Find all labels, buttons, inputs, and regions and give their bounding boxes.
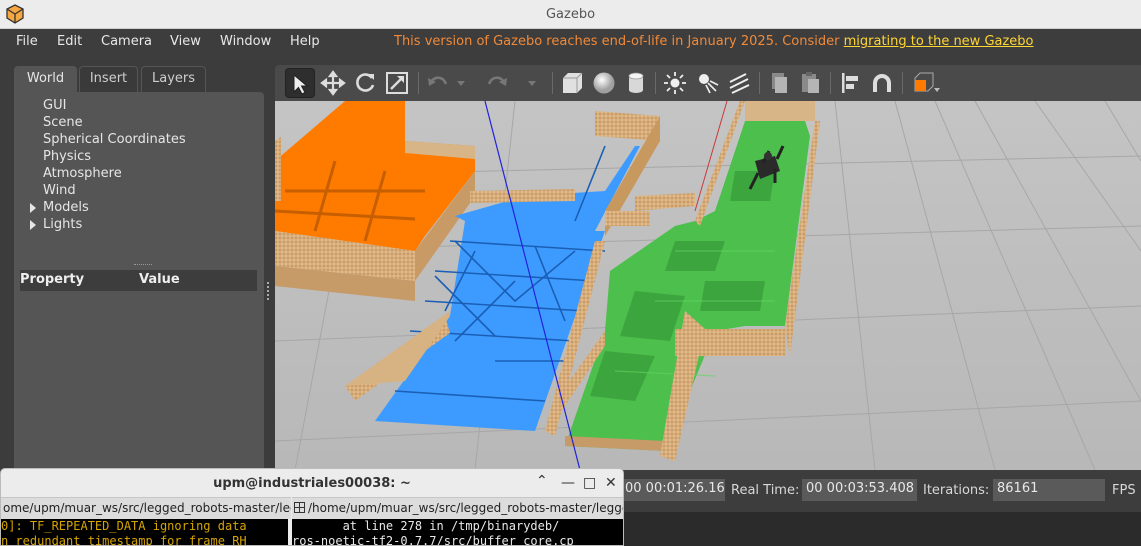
expand-arrow-icon[interactable] xyxy=(30,203,36,213)
tree-item-spherical-coordinates[interactable]: Spherical Coordinates xyxy=(43,132,186,147)
menu-view[interactable]: View xyxy=(170,34,201,49)
terminal-pane-left[interactable]: 0]: TF_REPEATED_DATA ignoring data n red… xyxy=(1,519,288,546)
tree-item-scene[interactable]: Scene xyxy=(43,115,83,130)
menu-help[interactable]: Help xyxy=(290,34,320,49)
translate-mode-icon[interactable] xyxy=(318,68,348,98)
toolbar-separator xyxy=(418,72,419,94)
toolbar xyxy=(275,65,1141,101)
menu-window[interactable]: Window xyxy=(220,34,271,49)
scale-mode-icon[interactable] xyxy=(382,68,412,98)
align-icon[interactable] xyxy=(835,68,865,98)
property-table-header: Property Value xyxy=(20,270,257,291)
maximize-icon[interactable]: □ xyxy=(583,475,596,491)
tab-insert[interactable]: Insert xyxy=(79,66,138,92)
toolbar-separator xyxy=(902,72,903,94)
iterations-label: Iterations: xyxy=(923,483,990,498)
property-column-header: Property xyxy=(20,272,85,287)
cylinder-icon[interactable] xyxy=(621,68,651,98)
copy-icon[interactable] xyxy=(764,68,794,98)
directional-light-icon[interactable] xyxy=(724,68,754,98)
minimize-button-icon[interactable]: — xyxy=(561,475,575,491)
rotate-mode-icon[interactable] xyxy=(350,68,380,98)
terminal-pane-right[interactable]: at line 278 in /tmp/binarydeb/ ros-noeti… xyxy=(292,519,623,546)
tree-item-models[interactable]: Models xyxy=(43,200,89,215)
redo-history-icon[interactable] xyxy=(524,68,540,98)
terminal-line: n redundant timestamp for frame RH xyxy=(1,534,247,546)
expand-arrow-icon[interactable] xyxy=(30,220,36,230)
tree-item-lights[interactable]: Lights xyxy=(43,217,82,232)
menu-file[interactable]: File xyxy=(16,34,38,49)
eol-text: This version of Gazebo reaches end-of-li… xyxy=(394,34,844,49)
scene-render[interactable] xyxy=(275,101,1141,470)
eol-notice: This version of Gazebo reaches end-of-li… xyxy=(394,34,1034,49)
toolbar-separator xyxy=(552,72,553,94)
value-column-header: Value xyxy=(139,272,180,287)
tree-item-gui[interactable]: GUI xyxy=(43,98,66,113)
tree-item-physics[interactable]: Physics xyxy=(43,149,91,164)
undo-icon[interactable] xyxy=(423,68,453,98)
terminal-tab-2-label: /home/upm/muar_ws/src/legged_robots-mast… xyxy=(308,501,624,515)
toolbar-separator xyxy=(655,72,656,94)
fps-label: FPS xyxy=(1112,483,1136,498)
panel-splitter[interactable] xyxy=(134,264,152,266)
panel-resize-handle[interactable] xyxy=(267,282,270,300)
close-icon[interactable]: ✕ xyxy=(605,475,617,491)
point-light-icon[interactable] xyxy=(660,68,690,98)
tree-item-atmosphere[interactable]: Atmosphere xyxy=(43,166,122,181)
snap-icon[interactable] xyxy=(867,68,897,98)
terminal-title: upm@industriales00038: ~ xyxy=(213,476,411,491)
toolbar-separator xyxy=(759,72,760,94)
terminal-tab-2[interactable]: /home/upm/muar_ws/src/legged_robots-mast… xyxy=(292,497,624,519)
split-terminal-icon xyxy=(294,502,305,513)
terminal-tab-1[interactable]: ome/upm/muar_ws/src/legged_robots-master… xyxy=(1,497,291,519)
menu-camera[interactable]: Camera xyxy=(101,34,152,49)
box-icon[interactable] xyxy=(557,68,587,98)
sphere-icon[interactable] xyxy=(589,68,619,98)
real-time-label: Real Time: xyxy=(731,483,800,498)
iterations-value: 86161 xyxy=(993,479,1105,501)
scene-viewport[interactable] xyxy=(275,101,1141,470)
real-time-value: 00 00:03:53.408 xyxy=(802,479,917,501)
spot-light-icon[interactable] xyxy=(692,68,722,98)
title-bar: Gazebo xyxy=(0,0,1141,29)
select-mode-icon[interactable] xyxy=(285,68,315,98)
toolbar-separator xyxy=(830,72,831,94)
left-panel: World Insert Layers GUI Scene Spherical … xyxy=(0,61,275,492)
tree-item-wind[interactable]: Wind xyxy=(43,183,76,198)
paste-icon[interactable] xyxy=(795,68,825,98)
world-tree-panel: GUI Scene Spherical Coordinates Physics … xyxy=(14,92,264,492)
terminal-line: at line 278 in /tmp/binarydeb/ xyxy=(292,519,560,533)
menu-edit[interactable]: Edit xyxy=(57,34,82,49)
terminal-line: ros-noetic-tf2-0.7.7/src/buffer_core.cp xyxy=(292,534,574,546)
minimize-icon[interactable]: ⌃ xyxy=(536,473,548,489)
menu-bar: File Edit Camera View Window Help This v… xyxy=(0,29,1141,61)
tab-layers[interactable]: Layers xyxy=(141,66,206,92)
terminal-line: 0]: TF_REPEATED_DATA ignoring data xyxy=(1,519,247,533)
undo-history-icon[interactable] xyxy=(453,68,469,98)
terminal-window[interactable]: upm@industriales00038: ~ ⌃ — □ ✕ ome/upm… xyxy=(0,468,624,546)
tab-world[interactable]: World xyxy=(14,66,77,92)
sim-time-value: 00 00:01:26.161 xyxy=(621,479,725,501)
redo-icon[interactable] xyxy=(482,68,512,98)
migration-link[interactable]: migrating to the new Gazebo xyxy=(844,34,1034,49)
window-title: Gazebo xyxy=(545,7,596,22)
view-angle-icon[interactable] xyxy=(906,68,942,98)
